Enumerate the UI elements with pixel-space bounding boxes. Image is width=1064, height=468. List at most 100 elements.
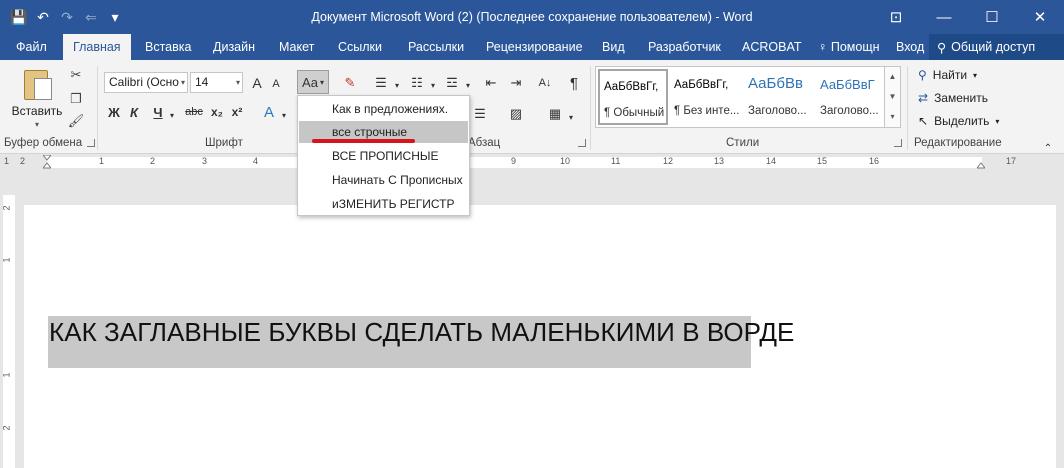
- tab-insert[interactable]: Вставка: [135, 34, 201, 60]
- find-button[interactable]: ⚲ Найти ▾: [918, 65, 977, 85]
- title-bar: 💾 ↶ ↷ ⇐ ▾ Документ Microsoft Word (2) (П…: [0, 0, 1064, 34]
- undo-icon[interactable]: ↶: [32, 6, 54, 28]
- numbering-icon[interactable]: ☷: [407, 73, 427, 93]
- italic-button[interactable]: К: [126, 102, 142, 122]
- clear-formatting-icon[interactable]: ✎: [340, 73, 360, 93]
- borders-dropdown-icon[interactable]: ▾: [566, 107, 576, 127]
- multilevel-list-icon[interactable]: ☲: [442, 73, 462, 93]
- ruler-label: 1: [4, 156, 10, 166]
- paste-dropdown-icon[interactable]: ▾: [10, 120, 64, 129]
- paper-icon: [34, 78, 52, 100]
- borders-icon[interactable]: ▦: [545, 104, 565, 124]
- ruler-label: 9: [511, 156, 517, 166]
- ruler-label: 17: [1006, 156, 1017, 166]
- cut-icon[interactable]: ✂: [66, 66, 86, 84]
- more-styles-icon[interactable]: ▾: [885, 107, 900, 127]
- ruler-label: 1: [99, 156, 105, 166]
- tab-references[interactable]: Ссылки: [328, 34, 392, 60]
- tab-file[interactable]: Файл: [6, 34, 57, 60]
- search-icon: ⚲: [918, 68, 927, 82]
- style-normal[interactable]: АаБбВвГг, ¶ Обычный: [598, 69, 668, 125]
- sort-icon[interactable]: A↓: [534, 73, 556, 93]
- share-label: Общий доступ: [951, 40, 1036, 54]
- font-name-combo[interactable]: Calibri (Осно ▾: [104, 72, 188, 93]
- cursor-icon: ↖: [918, 114, 929, 128]
- tell-me-search[interactable]: ♀ Помощн: [808, 34, 890, 60]
- underline-dropdown-icon[interactable]: ▾: [167, 105, 177, 125]
- chevron-down-icon: ▾: [995, 116, 1000, 126]
- person-icon: ⚲: [937, 40, 947, 55]
- customize-qat-icon[interactable]: ▾: [104, 6, 126, 28]
- multilevel-dropdown-icon[interactable]: ▾: [463, 75, 473, 95]
- tab-home[interactable]: Главная: [63, 34, 131, 61]
- change-case-menu: Как в предложениях. все строчные ВСЕ ПРО…: [297, 95, 470, 216]
- ribbon-home: Вставить ▾ ✂ ❐ 🖌 Буфер обмена Calibri (О…: [0, 60, 1064, 154]
- subscript-button[interactable]: x₂: [208, 102, 226, 122]
- scroll-up-icon[interactable]: ▲: [885, 67, 900, 87]
- replace-button[interactable]: ⇄ Заменить: [918, 88, 988, 108]
- minimize-button[interactable]: —: [920, 0, 968, 34]
- decrease-indent-icon[interactable]: ⇤: [481, 73, 501, 93]
- select-button[interactable]: ↖ Выделить ▾: [918, 111, 999, 131]
- tab-layout[interactable]: Макет: [269, 34, 324, 60]
- menu-item-toggle-case[interactable]: иЗМЕНИТЬ РЕГИСТР: [299, 193, 468, 215]
- format-painter-icon[interactable]: 🖌: [66, 112, 86, 130]
- vertical-ruler[interactable]: 2 1 1 2: [2, 195, 15, 468]
- save-icon[interactable]: 💾: [8, 6, 30, 28]
- styles-scroll[interactable]: ▲ ▼ ▾: [885, 66, 901, 128]
- bullets-icon[interactable]: ☰: [371, 73, 391, 93]
- touch-mode-icon[interactable]: ⇐: [80, 6, 102, 28]
- tab-mailings[interactable]: Рассылки: [398, 34, 474, 60]
- superscript-button[interactable]: x²: [228, 102, 246, 122]
- text-effects-dropdown-icon[interactable]: ▾: [279, 105, 289, 125]
- show-formatting-icon[interactable]: ¶: [565, 73, 583, 93]
- numbering-dropdown-icon[interactable]: ▾: [428, 75, 438, 95]
- menu-item-capitalize-each-word[interactable]: Начинать С Прописных: [299, 169, 468, 191]
- bullets-dropdown-icon[interactable]: ▾: [392, 75, 402, 95]
- right-indent-marker-icon[interactable]: [975, 155, 987, 169]
- styles-launcher-icon[interactable]: [894, 139, 902, 147]
- redo-icon[interactable]: ↷: [56, 6, 78, 28]
- menu-item-uppercase[interactable]: ВСЕ ПРОПИСНЫЕ: [299, 145, 468, 167]
- text-effects-icon[interactable]: A: [260, 102, 278, 122]
- ribbon-tabs: Файл Главная Вставка Дизайн Макет Ссылки…: [0, 34, 1064, 61]
- tab-view[interactable]: Вид: [592, 34, 635, 60]
- tab-design[interactable]: Дизайн: [203, 34, 265, 60]
- shading-icon[interactable]: ▨: [506, 104, 526, 124]
- ribbon-display-options-icon[interactable]: ⊡: [872, 0, 920, 34]
- menu-item-sentence-case[interactable]: Как в предложениях.: [299, 98, 468, 120]
- ruler-label: 3: [202, 156, 208, 166]
- ruler-label: 14: [766, 156, 777, 166]
- document-heading[interactable]: КАК ЗАГЛАВНЫЕ БУКВЫ СДЕЛАТЬ МАЛЕНЬКИМИ В…: [49, 317, 794, 348]
- style-no-spacing[interactable]: АаБбВвГг, ¶ Без инте...: [670, 69, 742, 125]
- styles-gallery: АаБбВвГг, ¶ Обычный АаБбВвГг, ¶ Без инте…: [595, 66, 885, 128]
- line-spacing-icon[interactable]: ☰: [470, 104, 490, 124]
- increase-indent-icon[interactable]: ⇥: [506, 73, 526, 93]
- copy-icon[interactable]: ❐: [66, 90, 86, 108]
- maximize-button[interactable]: ☐: [968, 0, 1016, 34]
- paragraph-launcher-icon[interactable]: [578, 139, 586, 147]
- scroll-down-icon[interactable]: ▼: [885, 87, 900, 107]
- share-button[interactable]: ⚲ Общий доступ: [929, 34, 1064, 60]
- close-button[interactable]: ✕: [1016, 0, 1064, 34]
- sign-in-link[interactable]: Вход: [886, 34, 934, 60]
- chevron-down-icon: ▾: [180, 78, 185, 87]
- tab-developer[interactable]: Разработчик: [638, 34, 731, 60]
- horizontal-ruler[interactable]: 1 2 1 2 3 4 5 6 7 8 9 10 11 12 13 14 15 …: [0, 154, 1064, 170]
- indent-marker-icon[interactable]: [41, 154, 53, 169]
- style-heading-1[interactable]: АаБбВв Заголово...: [744, 69, 814, 125]
- underline-button[interactable]: Ч: [150, 102, 166, 122]
- tab-acrobat[interactable]: ACROBAT: [732, 34, 812, 60]
- clipboard-launcher-icon[interactable]: [87, 139, 95, 147]
- grow-font-icon[interactable]: A: [248, 73, 266, 93]
- strikethrough-button[interactable]: abc: [182, 102, 206, 122]
- font-size-combo[interactable]: 14 ▾: [190, 72, 243, 93]
- red-underline-annotation: [312, 139, 415, 143]
- vertical-scrollbar[interactable]: [1056, 170, 1064, 468]
- bold-button[interactable]: Ж: [106, 102, 122, 122]
- tab-review[interactable]: Рецензирование: [476, 34, 593, 60]
- change-case-button[interactable]: Aa ▾: [297, 70, 329, 94]
- shrink-font-icon[interactable]: A: [268, 74, 284, 94]
- style-heading-2[interactable]: АаБбВвГ Заголово...: [816, 69, 884, 125]
- paste-button[interactable]: Вставить ▾: [10, 66, 64, 136]
